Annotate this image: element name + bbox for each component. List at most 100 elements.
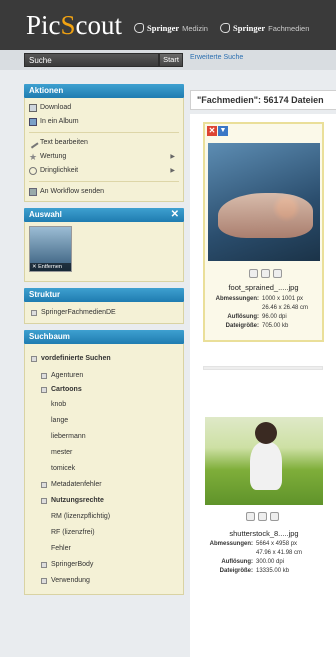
tree-item[interactable]: knob	[31, 397, 183, 413]
workflow-icon	[29, 188, 37, 196]
tree-label: Verwendung	[51, 577, 90, 584]
filter-icon[interactable]: ▼	[218, 126, 228, 136]
action-label: Wertung	[40, 153, 67, 160]
divider	[29, 181, 179, 182]
file-name: foot_sprained_.....jpg	[228, 283, 299, 292]
meta-value: 26.46 x 26.48 cm	[262, 305, 309, 311]
action-album[interactable]: In ein Album	[25, 115, 183, 129]
brand-bold: Springer	[147, 23, 180, 33]
tree-label: RF (lizenzfrei)	[51, 529, 95, 536]
meta-row: Dateigröße: 705.00 kb	[209, 323, 324, 329]
star-icon: ★	[29, 152, 38, 162]
tree-item[interactable]: Agenturen	[31, 369, 183, 383]
download-icon	[29, 104, 37, 112]
tree-item[interactable]: Metadatenfehler	[31, 477, 183, 493]
tree-item[interactable]: Nutzungsrechte	[31, 493, 183, 509]
action-edit-text[interactable]: Text bearbeiten	[25, 136, 183, 150]
panel-header-suchbaum: Suchbaum	[24, 330, 184, 344]
tree-item[interactable]: tomicek	[31, 461, 183, 477]
action-label: In ein Album	[40, 118, 79, 125]
tree-item[interactable]: Verwendung	[31, 573, 183, 589]
meta-key: Auflösung:	[227, 314, 259, 320]
tree-item[interactable]: mester	[31, 445, 183, 461]
lightbulb-icon[interactable]	[249, 269, 258, 278]
struktur-item[interactable]: SpringerFachmedienDE	[31, 306, 183, 320]
panel-header-auswahl: Auswahl ✕	[24, 208, 184, 222]
submenu-arrow-icon: ▶	[170, 154, 175, 160]
save-icon[interactable]	[261, 269, 270, 278]
meta-key	[209, 305, 262, 311]
card-divider	[203, 366, 323, 370]
meta-key: Dateigröße:	[219, 568, 253, 574]
panel-header-aktionen: Aktionen	[24, 84, 184, 98]
panel-title: Auswahl	[29, 210, 62, 219]
advanced-search-link[interactable]: Erweiterte Suche	[190, 54, 243, 61]
close-icon[interactable]: ✕	[171, 208, 179, 222]
meta-row: Dateigröße: 13335.00 kb	[203, 568, 325, 574]
brand-springer-fachmedien[interactable]: Springer Fachmedien	[220, 23, 309, 33]
foot-illustration	[218, 193, 313, 238]
tree-node-icon	[31, 356, 37, 362]
tree-label: tomicek	[51, 465, 76, 472]
tree-label: mester	[51, 449, 73, 456]
action-label: An Workflow senden	[40, 188, 105, 195]
tree-item[interactable]: liebermann	[31, 429, 183, 445]
action-urgency[interactable]: Dringlichkeit ▶	[25, 164, 183, 178]
pencil-icon	[27, 137, 39, 149]
result-card-selected[interactable]: ✕ ▼ foot_sprained_.....jpg Abmessungen: 1…	[203, 122, 324, 342]
springer-horse-icon	[134, 23, 144, 33]
tree-label: Nutzungsrechte	[51, 497, 104, 504]
meta-key: Auflösung:	[221, 559, 253, 565]
brand-springer-medizin[interactable]: Springer Medizin	[134, 23, 208, 33]
panel-suchbaum: Suchbaum vordefinierte Suchen Agenturen …	[24, 330, 184, 595]
submenu-arrow-icon: ▶	[170, 168, 175, 174]
action-rating[interactable]: ★ Wertung ▶	[25, 150, 183, 164]
tree-label: SpringerBody	[51, 561, 94, 568]
tree-item[interactable]: Fehler	[31, 541, 183, 557]
tree-node-icon	[41, 498, 47, 504]
save-icon[interactable]	[258, 512, 267, 521]
person-head-illustration	[255, 422, 277, 444]
remove-selection-button[interactable]: ✕ Entfernen	[30, 263, 71, 271]
tree-item[interactable]: Cartoons	[31, 383, 183, 397]
tree-item[interactable]: vordefinierte Suchen	[31, 349, 183, 369]
action-workflow[interactable]: An Workflow senden	[25, 185, 183, 199]
result-image-foot[interactable]	[208, 143, 320, 261]
zoom-icon[interactable]	[273, 269, 282, 278]
tree-node-icon	[31, 310, 37, 316]
picscout-logo[interactable]: PicScout	[26, 10, 122, 41]
tree-label: vordefinierte Suchen	[41, 355, 111, 362]
tree-label: lange	[51, 417, 69, 424]
tree-label: Agenturen	[51, 372, 84, 379]
tree-node-icon	[41, 562, 47, 568]
brand-light: Medizin	[182, 23, 208, 33]
selected-thumbnail[interactable]: ✕ Entfernen	[29, 226, 72, 272]
tree-label: SpringerFachmedienDE	[41, 309, 116, 316]
meta-key	[203, 550, 256, 556]
tree-node-icon	[41, 387, 47, 393]
panel-aktionen: Aktionen Download In ein Album Text bear…	[24, 84, 184, 202]
red-x-icon[interactable]: ✕	[207, 126, 217, 136]
tree-label: knob	[51, 401, 67, 408]
search-start-button[interactable]: Start	[159, 53, 183, 67]
meta-value: 96.00 dpi	[262, 314, 287, 320]
action-download[interactable]: Download	[25, 101, 183, 115]
action-label: Dringlichkeit	[40, 167, 79, 174]
brand-bold: Springer	[233, 23, 266, 33]
meta-value: 13335.00 kb	[256, 568, 290, 574]
file-name: shutterstock_8.....jpg	[229, 529, 299, 538]
meta-value: 300.00 dpi	[256, 559, 285, 565]
tree-item[interactable]: RM (lizenzpflichtig)	[31, 509, 183, 525]
logo-text-cout: cout	[75, 10, 123, 40]
tree-item[interactable]: RF (lizenzfrei)	[31, 525, 183, 541]
search-input[interactable]: Suche	[24, 53, 159, 67]
result-image-woman[interactable]	[205, 417, 323, 505]
meta-row: Abmessungen: 1000 x 1001 px	[209, 296, 324, 302]
meta-row: 26.46 x 26.48 cm	[209, 305, 324, 311]
panel-struktur: Struktur SpringerFachmedienDE	[24, 288, 184, 324]
tree-item[interactable]: SpringerBody	[31, 557, 183, 573]
tree-item[interactable]: lange	[31, 413, 183, 429]
tree-node-icon	[41, 482, 47, 488]
zoom-icon[interactable]	[270, 512, 279, 521]
lightbulb-icon[interactable]	[246, 512, 255, 521]
